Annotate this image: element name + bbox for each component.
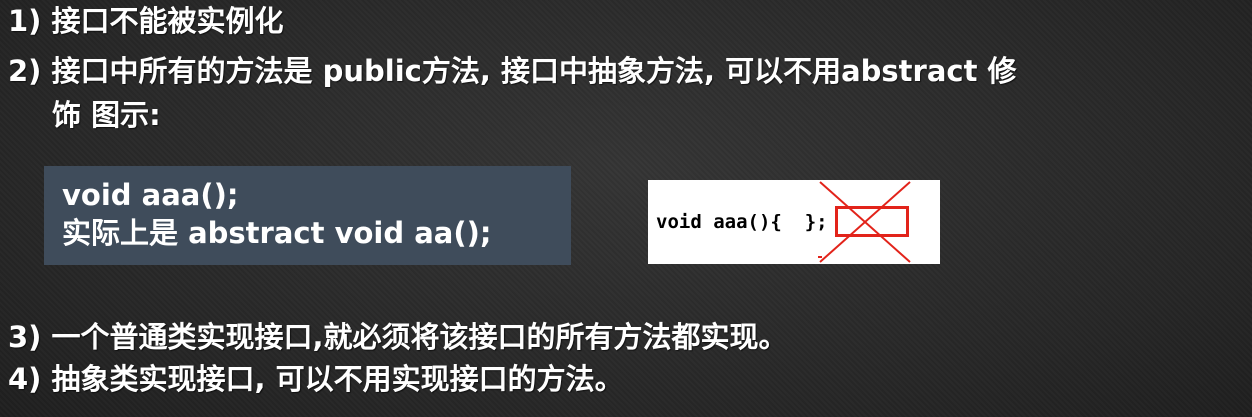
- point-2-line-1: 2) 接口中所有的方法是 public方法, 接口中抽象方法, 可以不用abst…: [8, 54, 1017, 88]
- strike-cross-icon: [819, 181, 911, 263]
- code-line-abstract: 实际上是 abstract void aa();: [62, 216, 492, 250]
- red-mark: [818, 256, 822, 258]
- point-2-line-2: 饰 图示:: [52, 98, 161, 132]
- point-1: 1) 接口不能被实例化: [8, 4, 284, 38]
- point-4: 4) 抽象类实现接口, 可以不用实现接口的方法。: [8, 362, 624, 396]
- code-line-declaration: void aaa();: [62, 178, 239, 212]
- point-3: 3) 一个普通类实现接口,就必须将该接口的所有方法都实现。: [8, 320, 788, 354]
- illustration-image: void aaa(){ };: [648, 180, 940, 264]
- code-example-box: void aaa(); 实际上是 abstract void aa();: [44, 166, 571, 265]
- slide-background: 1) 接口不能被实例化 2) 接口中所有的方法是 public方法, 接口中抽象…: [0, 0, 1252, 417]
